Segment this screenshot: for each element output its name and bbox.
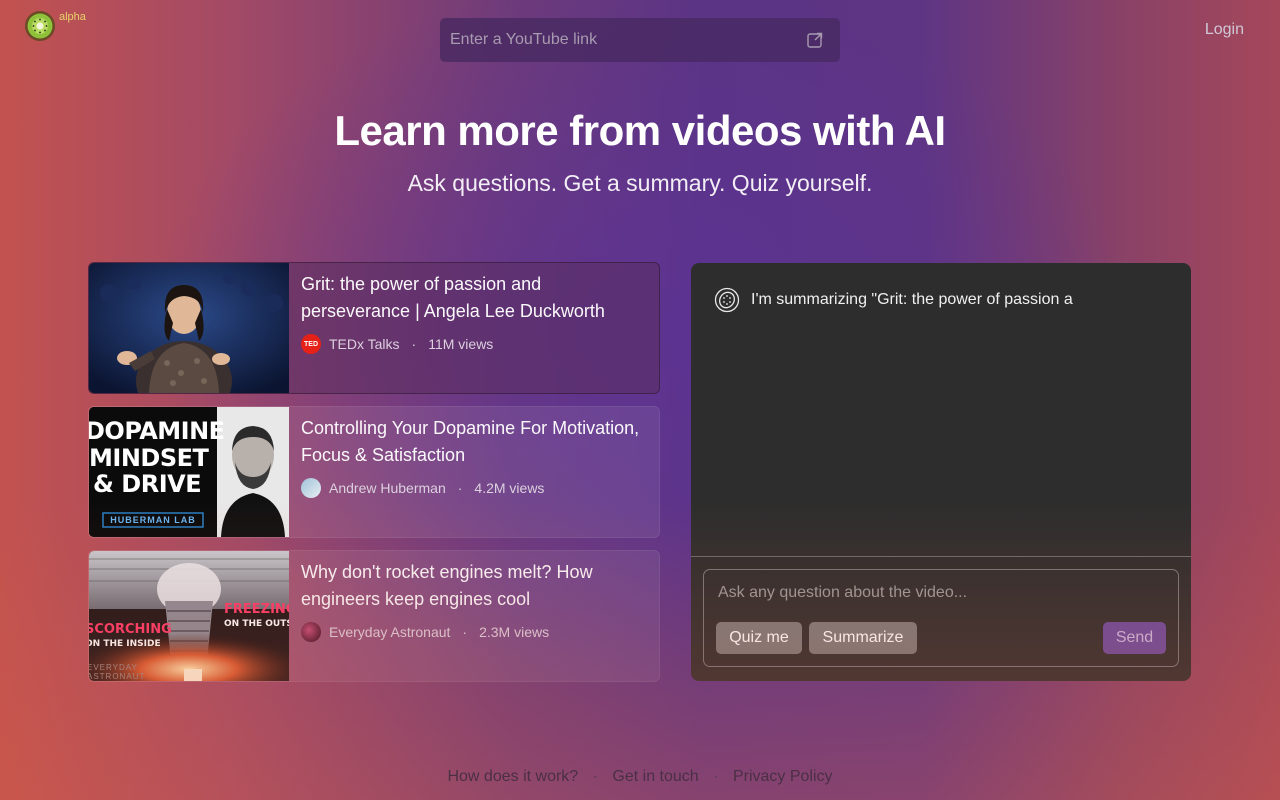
channel-name: Andrew Huberman bbox=[329, 480, 446, 496]
get-in-touch-link[interactable]: Get in touch bbox=[612, 768, 698, 785]
thumbnail-brand: EVERYDAY ASTRONAUT bbox=[89, 663, 146, 681]
view-count: 2.3M views bbox=[479, 624, 550, 640]
meta-separator: · bbox=[457, 480, 463, 496]
channel-name: TEDx Talks bbox=[329, 336, 400, 352]
youtube-link-input[interactable] bbox=[450, 31, 806, 49]
chat-divider bbox=[691, 556, 1191, 557]
video-thumbnail[interactable]: SCORCHING ON THE INSIDE FREEZING ON THE … bbox=[89, 551, 289, 681]
video-card[interactable]: SCORCHING ON THE INSIDE FREEZING ON THE … bbox=[88, 550, 660, 682]
hero-title: Learn more from videos with AI bbox=[334, 107, 946, 154]
view-count: 11M views bbox=[428, 336, 494, 352]
channel-avatar bbox=[301, 622, 321, 642]
video-thumbnail[interactable]: DOPAMINE MINDSET & DRIVE HUBERMAN LAB bbox=[89, 407, 289, 537]
external-link-icon[interactable] bbox=[806, 31, 824, 49]
video-card[interactable]: Grit: the power of passion and persevera… bbox=[88, 262, 660, 394]
thumbnail-text-right: FREEZING ON THE OUTSIDE bbox=[224, 602, 289, 630]
summarize-button[interactable]: Summarize bbox=[809, 622, 917, 654]
kiwi-logo-icon[interactable] bbox=[24, 10, 56, 42]
channel-avatar: TED bbox=[301, 334, 321, 354]
question-composer: Quiz me Summarize Send bbox=[703, 569, 1179, 667]
hero-subtitle: Ask questions. Get a summary. Quiz yours… bbox=[407, 170, 873, 196]
video-list: Grit: the power of passion and persevera… bbox=[88, 262, 660, 694]
thumbnail-brand: HUBERMAN LAB bbox=[110, 515, 196, 525]
how-it-works-link[interactable]: How does it work? bbox=[447, 768, 578, 785]
privacy-policy-link[interactable]: Privacy Policy bbox=[733, 768, 833, 785]
send-button[interactable]: Send bbox=[1103, 622, 1166, 654]
meta-separator: · bbox=[462, 624, 468, 640]
channel-name: Everyday Astronaut bbox=[329, 624, 451, 640]
video-card[interactable]: DOPAMINE MINDSET & DRIVE HUBERMAN LAB Co… bbox=[88, 406, 660, 538]
thumbnail-text-left: SCORCHING ON THE INSIDE bbox=[89, 622, 172, 650]
assistant-message-text: I'm summarizing "Grit: the power of pass… bbox=[751, 291, 1073, 308]
footer-separator: · bbox=[713, 768, 719, 785]
alpha-badge: alpha bbox=[59, 11, 86, 23]
view-count: 4.2M views bbox=[474, 480, 545, 496]
login-link[interactable]: Login bbox=[1205, 21, 1244, 39]
assistant-message: I'm summarizing "Grit: the power of pass… bbox=[714, 287, 1073, 313]
thumbnail-text: DOPAMINE MINDSET & DRIVE bbox=[89, 417, 225, 498]
footer-links: How does it work? · Get in touch · Priva… bbox=[0, 768, 1280, 786]
footer-separator: · bbox=[592, 768, 598, 785]
video-thumbnail[interactable] bbox=[89, 263, 289, 393]
video-title[interactable]: Controlling Your Dopamine For Motivation… bbox=[301, 415, 647, 469]
kiwi-assistant-icon bbox=[714, 287, 740, 313]
video-title[interactable]: Grit: the power of passion and persevera… bbox=[301, 271, 647, 325]
quiz-me-button[interactable]: Quiz me bbox=[716, 622, 802, 654]
question-input[interactable] bbox=[718, 584, 1158, 610]
channel-avatar bbox=[301, 478, 321, 498]
chat-panel: I'm summarizing "Grit: the power of pass… bbox=[691, 263, 1191, 681]
video-title[interactable]: Why don't rocket engines melt? How engin… bbox=[301, 559, 647, 613]
meta-separator: · bbox=[411, 336, 417, 352]
youtube-link-bar[interactable] bbox=[440, 18, 840, 62]
